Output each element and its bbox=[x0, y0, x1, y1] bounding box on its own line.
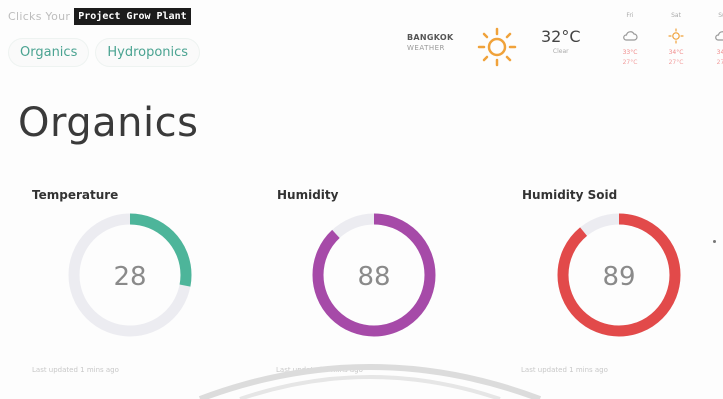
forecast-day-name: Sat bbox=[671, 12, 681, 19]
weather-temperature: 32°C bbox=[541, 27, 581, 46]
forecast-day-name: Su bbox=[718, 12, 723, 19]
forecast-day-name: Fri bbox=[626, 12, 634, 19]
gauge-title: Temperature bbox=[32, 188, 119, 202]
sun-icon bbox=[668, 28, 684, 44]
temperature-gauge: Temperature 28 bbox=[29, 188, 209, 337]
cloud-icon bbox=[715, 31, 723, 41]
sun-icon bbox=[477, 27, 517, 67]
forecast-low: 27°C bbox=[668, 59, 684, 66]
brand-prefix: Clicks Your bbox=[8, 10, 71, 23]
decorative-arc bbox=[198, 364, 542, 399]
weather-forecast: Fri 33°C 27°C Sat 34°C 27°C Su 34° 27° bbox=[617, 12, 723, 68]
weather-widget: BANGKOK WEATHER 32°C Clear bbox=[407, 27, 581, 67]
forecast-high: 34°C bbox=[668, 49, 684, 56]
gauge-ring: 28 bbox=[68, 213, 192, 337]
weather-condition: Clear bbox=[552, 48, 569, 55]
category-tabs: Organics Hydroponics bbox=[8, 38, 201, 67]
gauge-value: 88 bbox=[357, 262, 390, 292]
page-title: Organics bbox=[18, 100, 199, 146]
forecast-high: 33°C bbox=[622, 49, 638, 56]
scroll-indicator bbox=[713, 240, 716, 243]
gauge-ring: 89 bbox=[557, 213, 681, 337]
gauge-ring: 88 bbox=[312, 213, 436, 337]
cloud-icon bbox=[623, 31, 638, 41]
tab-hydroponics[interactable]: Hydroponics bbox=[95, 38, 201, 67]
soil-humidity-gauge: Humidity Soid 89 bbox=[519, 188, 699, 337]
gauge-title: Humidity bbox=[277, 188, 339, 202]
header-brand: Clicks Your Project Grow Plant bbox=[8, 8, 191, 25]
weather-location: BANGKOK WEATHER bbox=[407, 27, 465, 52]
gauge-title: Humidity Soid bbox=[522, 188, 618, 202]
brand-name[interactable]: Project Grow Plant bbox=[74, 8, 191, 25]
gauge-value: 89 bbox=[602, 262, 635, 292]
weather-subtitle: WEATHER bbox=[407, 44, 445, 52]
forecast-day: Su 34° 27° bbox=[709, 12, 723, 68]
weather-current: 32°C Clear bbox=[541, 27, 581, 55]
tab-organics[interactable]: Organics bbox=[8, 38, 90, 67]
forecast-day: Fri 33°C 27°C bbox=[617, 12, 643, 68]
last-updated-text: Last updated 1 mins ago bbox=[32, 366, 119, 374]
forecast-low: 27° bbox=[716, 59, 723, 66]
forecast-high: 34° bbox=[716, 49, 723, 56]
humidity-gauge: Humidity 88 bbox=[274, 188, 454, 337]
forecast-day: Sat 34°C 27°C bbox=[663, 12, 689, 68]
gauge-value: 28 bbox=[113, 262, 146, 292]
weather-city: BANGKOK bbox=[407, 33, 454, 42]
forecast-low: 27°C bbox=[622, 59, 638, 66]
